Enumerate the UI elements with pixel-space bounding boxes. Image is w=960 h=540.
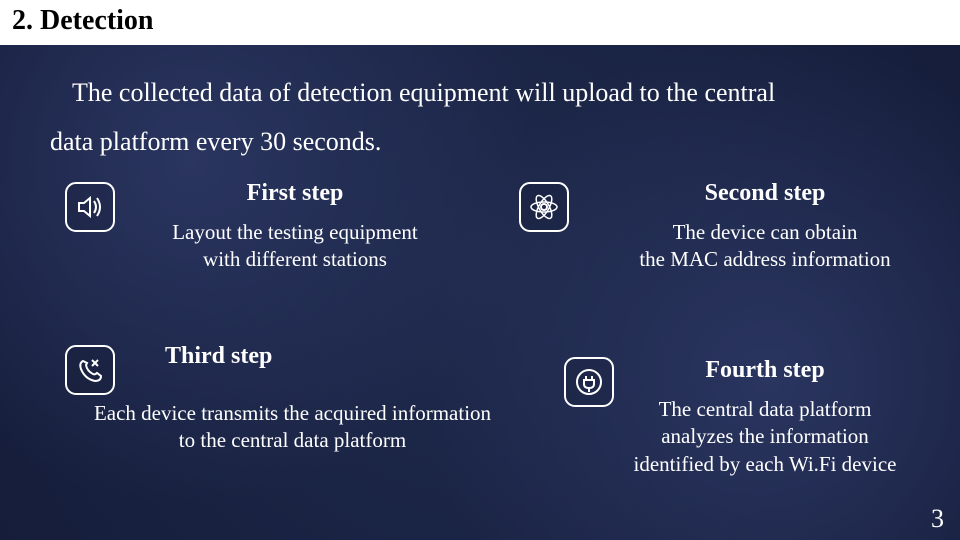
first-step-desc: Layout the testing equipment with differ… [130, 219, 460, 274]
first-step-title: First step [130, 180, 460, 207]
speaker-icon [65, 182, 115, 232]
slide-subtitle: The collected data of detection equipmen… [50, 68, 940, 167]
fourth-step-desc: The central data platform analyzes the i… [580, 396, 950, 478]
third-step-title: Third step [165, 343, 515, 370]
second-step-title: Second step [580, 180, 950, 207]
slide-title: 2. Detection [0, 0, 960, 45]
third-step-desc: Each device transmits the acquired infor… [70, 400, 515, 455]
second-step-desc: The device can obtain the MAC address in… [580, 219, 950, 274]
fourth-step-title: Fourth step [580, 357, 950, 384]
subtitle-line1: The collected data of detection equipmen… [72, 78, 775, 107]
page-number: 3 [931, 504, 944, 534]
subtitle-line2: data platform every 30 seconds. [50, 127, 381, 156]
atom-icon [519, 182, 569, 232]
